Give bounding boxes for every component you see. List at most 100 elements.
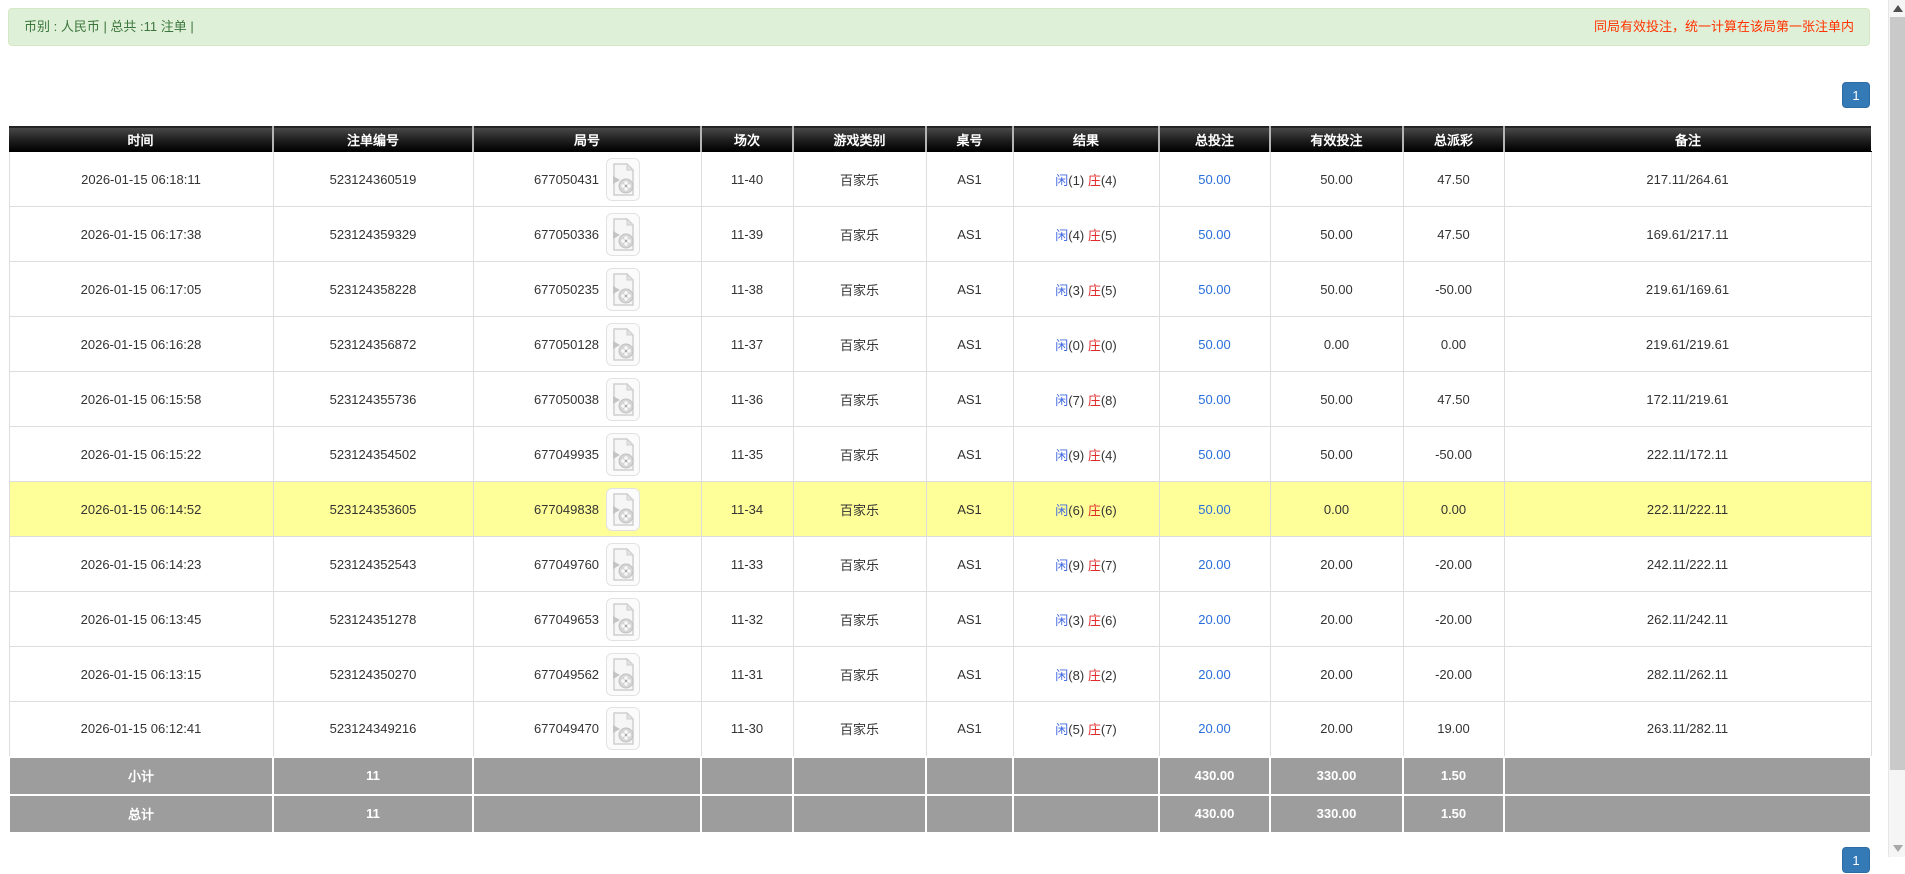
- video-replay-button[interactable]: [606, 487, 641, 531]
- total-bet-cell: 50.00: [1158, 426, 1271, 482]
- result-cell: 闲(4) 庄(5): [1012, 206, 1160, 262]
- remark-cell: 263.11/282.11: [1503, 701, 1872, 757]
- summary-label-cell: 总计: [8, 793, 274, 834]
- summary-valid-bet-cell: 330.00: [1269, 755, 1404, 796]
- video-replay-icon: [613, 602, 635, 636]
- scroll-down-button[interactable]: [1889, 840, 1905, 857]
- subtotal-row: 小计 11 430.00 330.00 1.50: [8, 755, 1872, 796]
- total-bet-link[interactable]: 20.00: [1198, 557, 1231, 572]
- banker-result-label: 庄: [1087, 722, 1101, 738]
- summary-bar: 币别 : 人民币 | 总共 :11 注单 | 同局有效投注，统一计算在该局第一张…: [8, 8, 1870, 46]
- game-type-cell: 百家乐: [792, 151, 927, 207]
- round-wrap: 677050128: [534, 322, 641, 366]
- player-result-label: 闲: [1055, 337, 1069, 353]
- video-replay-button[interactable]: [606, 432, 641, 476]
- column-header-5: 桌号: [925, 126, 1013, 152]
- total-bet-link[interactable]: 20.00: [1198, 721, 1231, 736]
- video-replay-button[interactable]: [606, 597, 641, 641]
- video-replay-button[interactable]: [606, 707, 641, 751]
- video-replay-button[interactable]: [606, 322, 641, 366]
- summary-payout-cell: 1.50: [1402, 793, 1505, 834]
- vertical-scrollbar[interactable]: [1888, 0, 1905, 857]
- video-replay-icon: [613, 437, 635, 471]
- table-row: 2026-01-15 06:12:41 523124349216 677049470…: [8, 701, 1872, 757]
- player-result-label: 闲: [1055, 227, 1069, 243]
- time-cell: 2026-01-15 06:17:38: [8, 206, 274, 262]
- video-replay-icon: [613, 492, 635, 526]
- column-header-7: 总投注: [1158, 126, 1270, 152]
- column-header-9: 总派彩: [1402, 126, 1504, 152]
- result-cell: 闲(9) 庄(4): [1012, 426, 1160, 482]
- round-number: 677050038: [533, 391, 600, 407]
- total-bet-cell: 20.00: [1158, 646, 1271, 702]
- banker-result-label: 庄: [1087, 447, 1101, 463]
- total-bet-link[interactable]: 50.00: [1198, 447, 1231, 462]
- player-result-points: (3): [1068, 282, 1085, 298]
- banker-result-points: (0): [1100, 337, 1117, 353]
- table-number-cell: AS1: [925, 261, 1014, 317]
- total-payout-cell: 0.00: [1402, 316, 1505, 372]
- banker-result-label: 庄: [1087, 612, 1101, 628]
- total-bet-link[interactable]: 50.00: [1198, 172, 1231, 187]
- column-header-8: 有效投注: [1269, 126, 1403, 152]
- currency-summary-text: 币别 : 人民币 | 总共 :11 注单 |: [24, 19, 194, 34]
- game-type-cell: 百家乐: [792, 591, 927, 647]
- round-wrap: 677050336: [533, 212, 641, 256]
- page-button-1-bottom[interactable]: 1: [1842, 846, 1870, 873]
- video-replay-button[interactable]: [606, 157, 641, 201]
- table-number-cell: AS1: [925, 371, 1014, 427]
- banker-result-points: (7): [1100, 557, 1117, 573]
- total-bet-link[interactable]: 50.00: [1198, 282, 1231, 297]
- summary-count-cell: 11: [272, 793, 474, 834]
- player-result-points: (3): [1068, 612, 1085, 628]
- total-bet-link[interactable]: 50.00: [1198, 227, 1231, 242]
- total-payout-cell: 47.50: [1402, 151, 1505, 207]
- total-payout-cell: -50.00: [1402, 261, 1505, 317]
- total-bet-cell: 50.00: [1158, 261, 1271, 317]
- player-result-points: (0): [1068, 337, 1085, 353]
- round-number: 677050336: [533, 226, 600, 242]
- video-replay-button[interactable]: [606, 267, 641, 311]
- player-result-points: (6): [1068, 502, 1085, 518]
- round-wrap: 677050235: [534, 267, 641, 311]
- valid-bet-cell: 50.00: [1269, 206, 1404, 262]
- total-bet-link[interactable]: 50.00: [1198, 502, 1231, 517]
- summary-empty-result: [1012, 755, 1160, 796]
- video-replay-button[interactable]: [606, 212, 641, 256]
- video-replay-icon: [613, 162, 635, 196]
- remark-cell: 169.61/217.11: [1503, 206, 1872, 262]
- summary-empty-table: [925, 755, 1014, 796]
- session-cell: 11-32: [700, 591, 794, 647]
- table-number-cell: AS1: [925, 481, 1014, 537]
- video-replay-button[interactable]: [606, 652, 641, 696]
- total-bet-link[interactable]: 20.00: [1198, 667, 1231, 682]
- player-result-label: 闲: [1055, 557, 1069, 573]
- round-number: 677049562: [533, 666, 600, 682]
- banker-result-points: (4): [1100, 172, 1117, 188]
- scrollbar-thumb[interactable]: [1890, 17, 1905, 770]
- table-row: 2026-01-15 06:18:11 523124360519 677050431…: [8, 151, 1872, 207]
- total-bet-link[interactable]: 50.00: [1198, 392, 1231, 407]
- round-number: 677049935: [533, 446, 600, 462]
- table-number-cell: AS1: [925, 536, 1014, 592]
- scroll-up-button[interactable]: [1889, 0, 1905, 17]
- video-replay-button[interactable]: [606, 377, 641, 421]
- video-replay-icon: [613, 327, 635, 361]
- round-cell: 677049653: [472, 591, 702, 647]
- round-wrap: 677049653: [534, 597, 641, 641]
- summary-empty-table: [925, 793, 1014, 834]
- total-bet-link[interactable]: 50.00: [1198, 337, 1231, 352]
- video-replay-button[interactable]: [606, 542, 641, 586]
- result-cell: 闲(7) 庄(8): [1012, 371, 1160, 427]
- remark-cell: 282.11/262.11: [1503, 646, 1872, 702]
- page-button-1[interactable]: 1: [1842, 82, 1870, 108]
- total-bet-cell: 50.00: [1158, 481, 1271, 537]
- round-wrap: 677049562: [533, 652, 641, 696]
- total-payout-cell: -20.00: [1402, 536, 1505, 592]
- round-number: 677049470: [533, 721, 600, 737]
- total-bet-link[interactable]: 20.00: [1198, 612, 1231, 627]
- column-header-6: 结果: [1012, 126, 1159, 152]
- table-header-row: 时间 注单编号 局号 场次 游戏类别 桌号 结果 总投注 有效投注 总派彩 备注: [9, 126, 1871, 152]
- total-bet-cell: 20.00: [1158, 536, 1271, 592]
- bet-number-cell: 523124351278: [272, 591, 474, 647]
